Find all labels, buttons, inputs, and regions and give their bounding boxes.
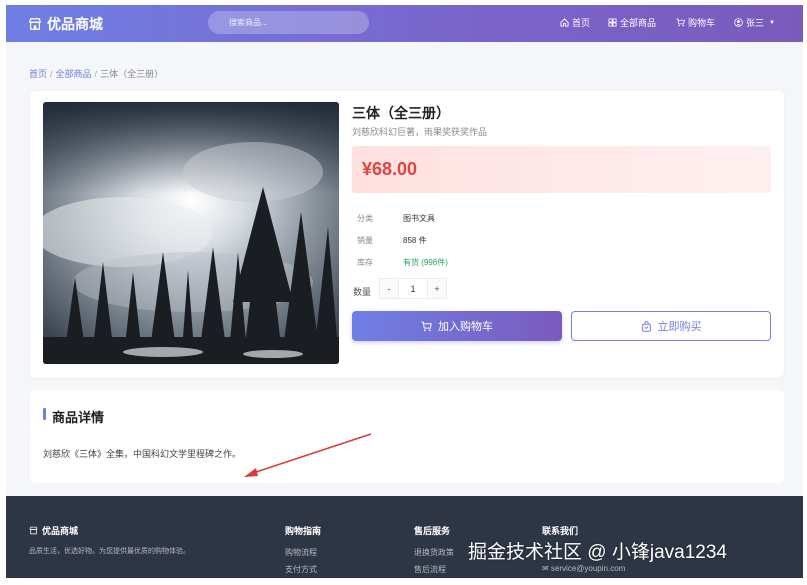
user-menu[interactable]: 张三 ▼ bbox=[734, 16, 775, 29]
info-value-category: 图书文具 bbox=[403, 214, 435, 223]
quantity-value[interactable]: 1 bbox=[399, 278, 427, 299]
buy-now-button[interactable]: 立即购买 bbox=[571, 311, 771, 341]
quantity-minus-button[interactable]: - bbox=[379, 278, 399, 299]
store-icon bbox=[29, 526, 38, 535]
product-image bbox=[43, 102, 339, 364]
nav-all-products-label: 全部商品 bbox=[620, 18, 657, 28]
footer-link[interactable]: 退换货政策 bbox=[414, 547, 454, 558]
footer-col-contact-title: 联系我们 bbox=[542, 526, 579, 536]
app-frame: 优品商城 首页 全部商品 购物车 张三 ▼ 首页/全部商品/三体（全三册） bbox=[6, 5, 803, 578]
footer-contact-email[interactable]: ✉ service@youpin.com bbox=[542, 564, 625, 573]
info-label-sales: 销量 bbox=[357, 236, 373, 245]
breadcrumb-home[interactable]: 首页 bbox=[29, 69, 47, 79]
brand-name: 优品商城 bbox=[47, 16, 103, 32]
breadcrumb-current: 三体（全三册） bbox=[100, 69, 164, 79]
footer-link[interactable]: 售后流程 bbox=[414, 564, 446, 575]
detail-title: 商品详情 bbox=[52, 410, 105, 425]
product-subtitle: 刘慈欣科幻巨著，雨果奖获奖作品 bbox=[352, 127, 488, 137]
breadcrumb-separator: / bbox=[94, 69, 98, 79]
nav-home[interactable]: 首页 bbox=[560, 16, 590, 29]
annotation-arrow-icon bbox=[244, 433, 372, 477]
footer-brand-name: 优品商城 bbox=[42, 526, 79, 536]
info-label-stock: 库存 bbox=[357, 258, 373, 267]
brand-logo[interactable]: 优品商城 bbox=[28, 14, 103, 34]
mail-icon: ✉ bbox=[542, 564, 551, 573]
quantity-plus-button[interactable]: + bbox=[427, 278, 447, 299]
footer-link[interactable]: 支付方式 bbox=[285, 564, 317, 575]
quantity-stepper: - 1 + bbox=[379, 278, 447, 299]
search-input[interactable] bbox=[208, 11, 369, 34]
nav-all-products[interactable]: 全部商品 bbox=[608, 16, 656, 29]
breadcrumb-separator: / bbox=[50, 69, 53, 79]
price-box: ¥68.00 bbox=[352, 146, 771, 193]
watermark-text: 掘金技术社区 @ 小锋java1234 bbox=[468, 542, 727, 563]
shopping-bag-icon bbox=[641, 320, 651, 332]
store-icon bbox=[28, 18, 42, 30]
footer-col-service-title: 售后服务 bbox=[414, 526, 451, 536]
info-value-sales: 858 件 bbox=[403, 236, 427, 245]
product-card: 三体（全三册） 刘慈欣科幻巨著，雨果奖获奖作品 ¥68.00 分类 图书文具 销… bbox=[30, 91, 784, 378]
breadcrumb: 首页 / 全部商品 / 三体（全三册） bbox=[29, 67, 163, 80]
user-name: 张三 bbox=[746, 18, 765, 28]
top-navbar: 优品商城 首页 全部商品 购物车 张三 ▼ bbox=[6, 5, 803, 42]
cart-icon bbox=[676, 18, 685, 27]
footer-description: 品质生活，优选好物。为您提供最优质的购物体验。 bbox=[29, 548, 190, 555]
footer-email: service@youpin.com bbox=[550, 564, 626, 573]
product-title: 三体（全三册） bbox=[352, 105, 450, 121]
section-accent-bar bbox=[43, 408, 46, 420]
info-label-category: 分类 bbox=[357, 214, 373, 223]
home-icon bbox=[560, 18, 569, 27]
nav-home-label: 首页 bbox=[572, 18, 591, 28]
product-detail-section: 商品详情 刘慈欣《三体》全集，中国科幻文学里程碑之作。 bbox=[30, 390, 784, 483]
footer-link[interactable]: 购物流程 bbox=[285, 547, 317, 558]
breadcrumb-all[interactable]: 全部商品 bbox=[56, 69, 92, 79]
cart-icon bbox=[421, 321, 432, 331]
nav-cart[interactable]: 购物车 bbox=[676, 16, 715, 29]
quantity-label: 数量 bbox=[353, 287, 372, 297]
nav-cart-label: 购物车 bbox=[688, 18, 716, 28]
buy-now-label: 立即购买 bbox=[657, 321, 702, 333]
product-price: ¥68.00 bbox=[362, 159, 418, 179]
chevron-down-icon: ▼ bbox=[769, 19, 775, 26]
user-avatar-icon bbox=[734, 18, 743, 27]
grid-icon bbox=[608, 18, 617, 27]
detail-text: 刘慈欣《三体》全集，中国科幻文学里程碑之作。 bbox=[43, 449, 242, 459]
footer-brand: 优品商城 bbox=[29, 524, 78, 537]
footer-col-guide-title: 购物指南 bbox=[285, 526, 322, 536]
info-value-stock: 有货 (998件) bbox=[403, 258, 448, 267]
add-to-cart-button[interactable]: 加入购物车 bbox=[352, 311, 562, 341]
add-to-cart-label: 加入购物车 bbox=[438, 321, 493, 333]
